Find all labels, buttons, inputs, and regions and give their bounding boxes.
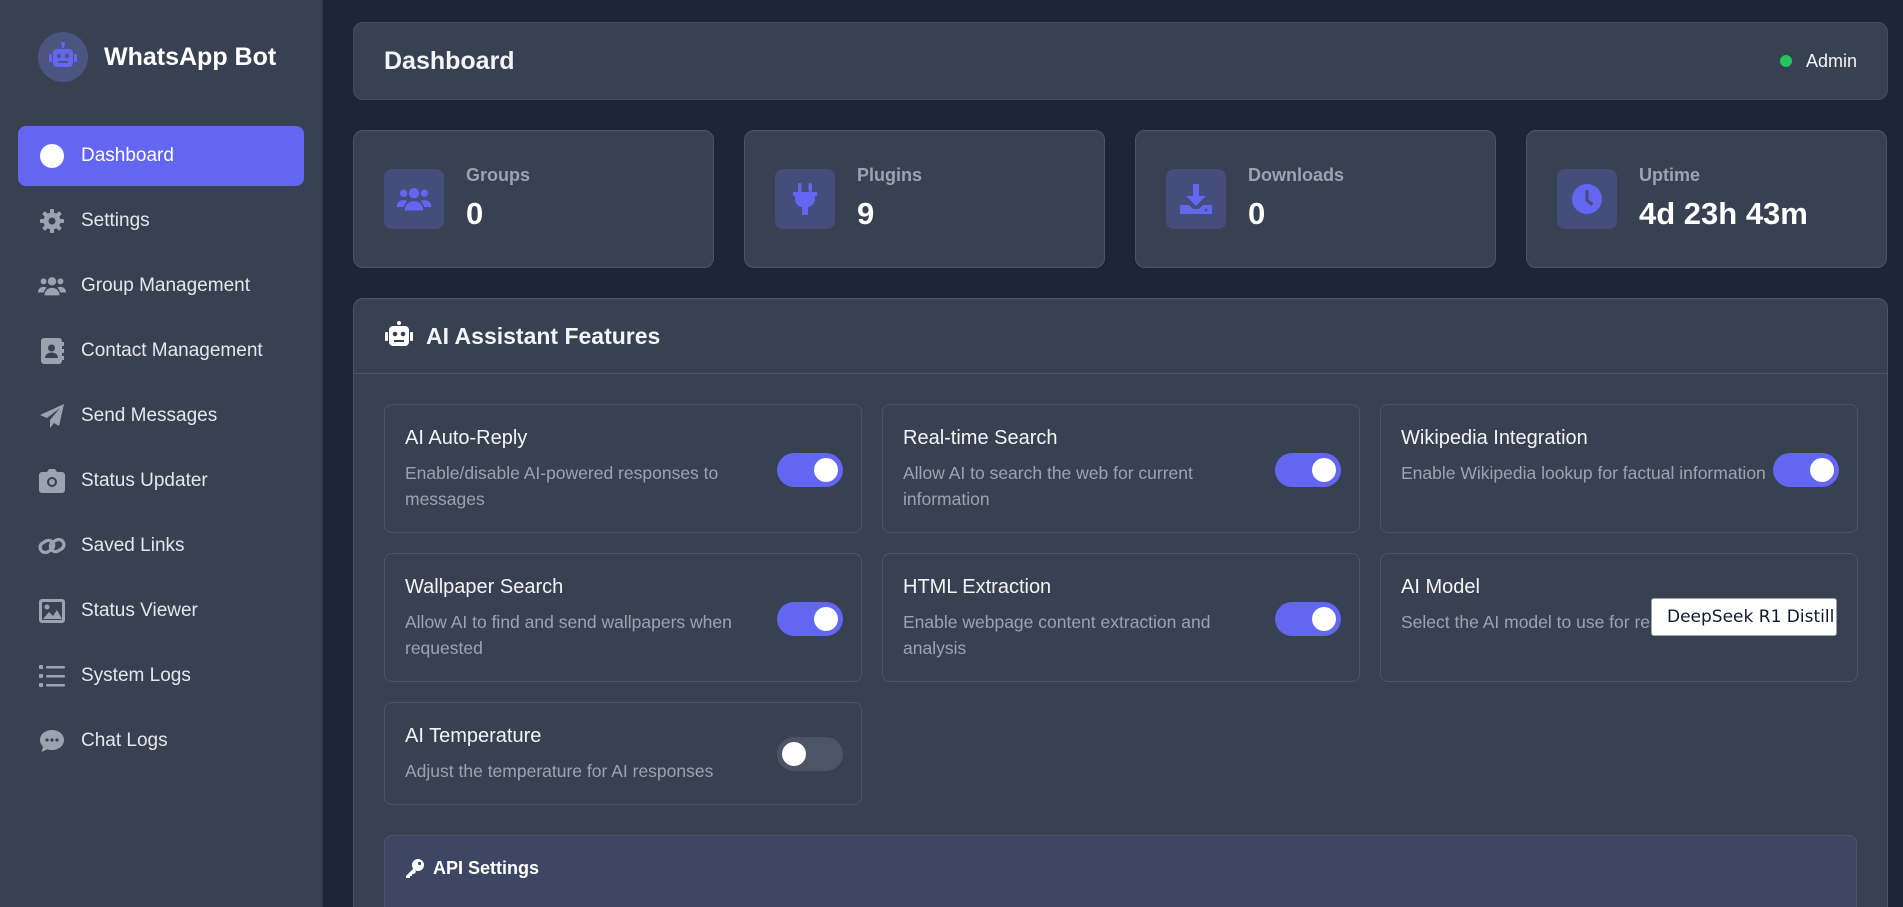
feature-desc: Allow AI to find and send wallpapers whe… <box>405 612 732 658</box>
stat-label: Uptime <box>1639 165 1701 185</box>
sidebar-item-status-viewer[interactable]: Status Viewer <box>18 581 304 641</box>
html-extraction-toggle[interactable] <box>1275 602 1341 636</box>
feature-desc: Enable Wikipedia lookup for factual info… <box>1401 463 1766 483</box>
feature-card-ai-model: AI Model Select the AI model to use for … <box>1380 553 1858 682</box>
stat-card-plugins: Plugins 9 <box>744 130 1105 268</box>
toggle-knob <box>1810 458 1834 482</box>
sidebar-item-group-management[interactable]: Group Management <box>18 256 304 316</box>
feature-title: AI Model <box>1401 576 1480 598</box>
feature-desc: Adjust the temperature for AI responses <box>405 761 714 781</box>
plug-icon <box>775 169 835 229</box>
stat-label: Groups <box>466 165 531 185</box>
sidebar-item-label: Send Messages <box>81 405 218 426</box>
feature-card-ai-temperature: AI Temperature Adjust the temperature fo… <box>384 702 862 805</box>
sidebar-item-label: Dashboard <box>81 145 174 166</box>
ai-temperature-toggle[interactable] <box>777 737 843 771</box>
sidebar-item-chat-logs[interactable]: Chat Logs <box>18 711 304 771</box>
api-settings-section: API Settings <box>384 835 1857 907</box>
feature-card-ai-auto-reply: AI Auto-Reply Enable/disable AI-powered … <box>384 404 862 533</box>
main-content: Dashboard Admin Groups 0 Plugins 9 Downl… <box>353 22 1888 907</box>
sidebar-item-status-updater[interactable]: Status Updater <box>18 451 304 511</box>
list-icon <box>38 662 66 690</box>
sidebar-item-label: Status Updater <box>81 470 208 491</box>
sidebar-item-label: Status Viewer <box>81 600 198 621</box>
robot-logo-icon <box>38 32 88 82</box>
ai-auto-reply-toggle[interactable] <box>777 453 843 487</box>
feature-card-html-extraction: HTML Extraction Enable webpage content e… <box>882 553 1360 682</box>
feature-title: Wikipedia Integration <box>1401 427 1588 449</box>
key-icon <box>405 858 425 883</box>
paper-plane-icon <box>38 402 66 430</box>
sidebar-nav: Dashboard Settings Group Management Cont… <box>0 114 322 771</box>
user-menu[interactable]: Admin <box>1779 50 1857 72</box>
sidebar-item-system-logs[interactable]: System Logs <box>18 646 304 706</box>
api-settings-title: API Settings <box>433 858 540 878</box>
image-icon <box>38 597 66 625</box>
gear-icon <box>38 207 66 235</box>
sidebar-item-label: Group Management <box>81 275 250 296</box>
ai-model-select[interactable]: DeepSeek R1 Distill <box>1651 598 1837 636</box>
wallpaper-search-toggle[interactable] <box>777 602 843 636</box>
sidebar-item-label: Settings <box>81 210 150 231</box>
sidebar: WhatsApp Bot Dashboard Settings Group Ma… <box>0 0 323 907</box>
camera-icon <box>38 467 66 495</box>
toggle-knob <box>814 607 838 631</box>
users-icon <box>384 169 444 229</box>
toggle-knob <box>814 458 838 482</box>
feature-title: AI Auto-Reply <box>405 427 528 449</box>
brand-title: WhatsApp Bot <box>104 42 277 71</box>
toggle-knob <box>1312 458 1336 482</box>
ai-features-panel: AI Assistant Features AI Auto-Reply Enab… <box>353 298 1888 907</box>
sidebar-item-settings[interactable]: Settings <box>18 191 304 251</box>
stat-value: 0 <box>1248 196 1266 231</box>
stat-card-groups: Groups 0 <box>353 130 714 268</box>
feature-desc: Allow AI to search the web for current i… <box>903 463 1193 509</box>
sidebar-item-label: Saved Links <box>81 535 185 556</box>
online-status-dot <box>1779 55 1792 67</box>
feature-card-wallpaper-search: Wallpaper Search Allow AI to find and se… <box>384 553 862 682</box>
sidebar-item-dashboard[interactable]: Dashboard <box>18 126 304 186</box>
feature-card-wikipedia-integration: Wikipedia Integration Enable Wikipedia l… <box>1380 404 1858 533</box>
robot-icon <box>384 320 414 352</box>
stat-value: 9 <box>857 196 875 231</box>
link-icon <box>38 532 66 560</box>
contact-book-icon <box>38 337 66 365</box>
user-name: Admin <box>1805 50 1857 71</box>
panel-header: AI Assistant Features <box>354 299 1887 374</box>
feature-title: AI Temperature <box>405 725 542 747</box>
stats-row: Groups 0 Plugins 9 Downloads 0 Uptime 4d… <box>353 130 1888 268</box>
sidebar-item-contact-management[interactable]: Contact Management <box>18 321 304 381</box>
feature-grid: AI Auto-Reply Enable/disable AI-powered … <box>354 374 1887 805</box>
users-icon <box>38 272 66 300</box>
panel-title: AI Assistant Features <box>426 322 661 349</box>
brand: WhatsApp Bot <box>0 0 322 114</box>
stat-value: 4d 23h 43m <box>1639 196 1808 231</box>
feature-title: HTML Extraction <box>903 576 1052 598</box>
wikipedia-integration-toggle[interactable] <box>1773 453 1839 487</box>
page-title: Dashboard <box>384 46 515 75</box>
toggle-knob <box>1312 607 1336 631</box>
feature-desc: Enable/disable AI-powered responses to m… <box>405 463 719 509</box>
feature-title: Wallpaper Search <box>405 576 564 598</box>
sidebar-item-send-messages[interactable]: Send Messages <box>18 386 304 446</box>
sidebar-item-label: Contact Management <box>81 340 263 361</box>
stat-label: Downloads <box>1248 165 1345 185</box>
chat-bubble-icon <box>38 727 66 755</box>
feature-title: Real-time Search <box>903 427 1058 449</box>
stat-card-downloads: Downloads 0 <box>1135 130 1496 268</box>
sidebar-item-label: System Logs <box>81 665 191 686</box>
topbar: Dashboard Admin <box>353 22 1888 100</box>
download-icon <box>1166 169 1226 229</box>
stat-value: 0 <box>466 196 484 231</box>
gauge-icon <box>38 142 66 170</box>
clock-icon <box>1557 169 1617 229</box>
realtime-search-toggle[interactable] <box>1275 453 1341 487</box>
feature-card-realtime-search: Real-time Search Allow AI to search the … <box>882 404 1360 533</box>
feature-desc: Enable webpage content extraction and an… <box>903 612 1211 658</box>
toggle-knob <box>782 742 806 766</box>
stat-label: Plugins <box>857 165 923 185</box>
sidebar-item-label: Chat Logs <box>81 730 168 751</box>
stat-card-uptime: Uptime 4d 23h 43m <box>1526 130 1887 268</box>
sidebar-item-saved-links[interactable]: Saved Links <box>18 516 304 576</box>
